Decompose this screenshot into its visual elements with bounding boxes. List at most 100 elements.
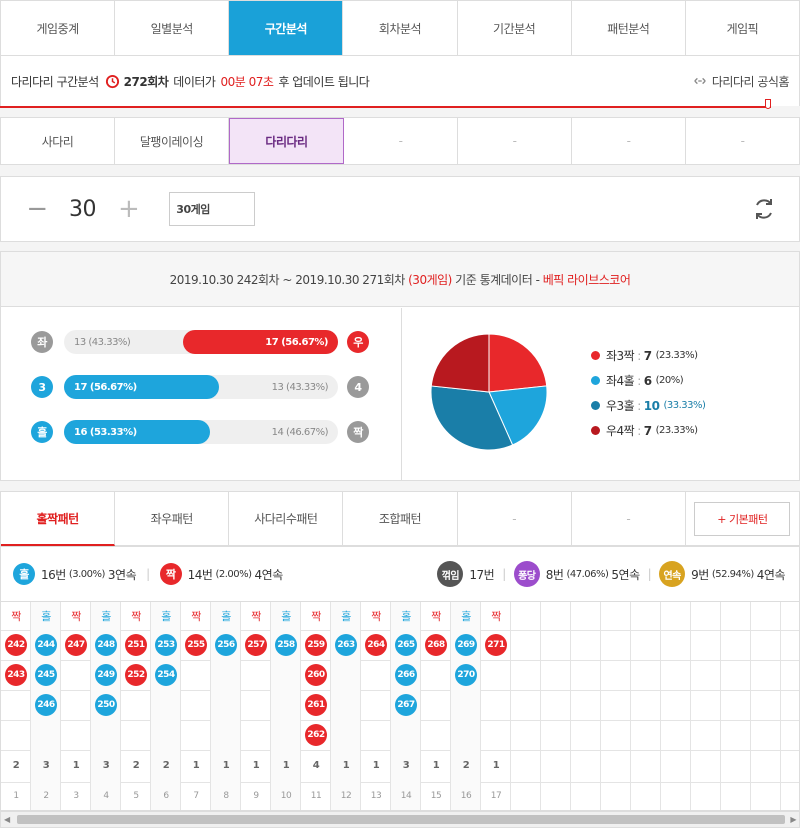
odd-streak: 3연속	[107, 567, 137, 582]
column-index: 5	[133, 791, 139, 801]
ratio-right-icon: 우	[347, 331, 369, 353]
tab-range-analysis[interactable]: 구간분석	[229, 1, 344, 55]
tab-game-broadcast[interactable]: 게임중계	[1, 1, 116, 55]
column-head: 홀	[161, 610, 171, 623]
column-count: 3	[102, 760, 110, 771]
clock-icon	[105, 74, 120, 89]
tab-daily-analysis[interactable]: 일별분석	[115, 1, 230, 55]
round-ball: 263	[335, 634, 357, 656]
round-ball: 264	[365, 634, 387, 656]
round-ball: 242	[5, 634, 27, 656]
horizontal-scrollbar[interactable]: ◀ ▶	[0, 811, 800, 828]
link-icon	[693, 74, 707, 88]
ratio-right-fill: 17 (56.67%)	[182, 330, 338, 354]
current-round: 272회차	[123, 74, 169, 89]
legend-label: 우3홀	[606, 399, 635, 413]
round-ball: 245	[35, 664, 57, 686]
legend-count: 6	[643, 373, 652, 388]
column-index: 16	[460, 791, 472, 801]
round-ball: 260	[305, 664, 327, 686]
column-head: 홀	[221, 610, 231, 623]
tab-game-pick[interactable]: 게임픽	[686, 1, 799, 55]
tab-empty-4: -	[740, 134, 745, 148]
column-count: 1	[222, 760, 230, 771]
round-ball: 248	[95, 634, 117, 656]
round-ball: 243	[5, 664, 27, 686]
column-index: 6	[163, 791, 169, 801]
pie-legend: 좌3짝 : 7 (23.33%) 좌4홀 : 6 (20%) 우3홀 : 10 (33.3…	[591, 343, 706, 443]
bounce-streak: 5연속	[611, 567, 640, 582]
grid-column	[571, 602, 601, 810]
tab-period-analysis[interactable]: 기간분석	[458, 1, 572, 55]
legend-pct: (23.33%)	[655, 425, 698, 436]
bounce-count: 8번	[545, 567, 564, 582]
grid-column	[511, 602, 541, 810]
round-ball: 256	[215, 634, 237, 656]
legend-item: 우3홀 : 10 (33.33%)	[591, 393, 706, 418]
tab-snail-racing[interactable]: 달팽이레이싱	[115, 118, 229, 164]
scroll-left-icon[interactable]: ◀	[4, 815, 10, 824]
odd-icon: 홀	[13, 563, 35, 585]
round-ball: 265	[395, 634, 417, 656]
basic-pattern-button[interactable]: + 기본패턴	[694, 501, 791, 536]
column-head: 짝	[11, 610, 21, 623]
column-index: 12	[340, 791, 352, 801]
round-ball: 258	[275, 634, 297, 656]
progress-marker-icon	[765, 99, 771, 109]
column-index: 8	[223, 791, 229, 801]
round-ball: 247	[65, 634, 87, 656]
tab-ladder[interactable]: 사다리	[1, 118, 115, 164]
column-index: 13	[370, 791, 382, 801]
tab-pattern-analysis[interactable]: 패턴분석	[572, 1, 686, 55]
basic-pattern-cell: + 기본패턴	[685, 492, 799, 546]
tab-round-analysis[interactable]: 회차분석	[343, 1, 458, 55]
tab-daridari[interactable]: 다리다리	[229, 118, 344, 164]
update-mid-text: 데이터가	[173, 74, 216, 89]
official-home-link[interactable]: 다리다리 공식홈	[712, 73, 790, 90]
legend-dot	[591, 376, 600, 385]
even-streak: 4연속	[254, 567, 284, 582]
ratio-track: 14 (46.67%) 16 (53.33%)	[64, 420, 338, 444]
tab-ladder-count-pattern[interactable]: 사다리수패턴	[229, 492, 344, 546]
bend-count: 17번	[469, 567, 495, 582]
column-index: 10	[280, 791, 292, 801]
ratio-right-icon: 4	[347, 376, 369, 398]
even-count: 14번	[187, 567, 213, 582]
column-head: 홀	[401, 610, 411, 623]
ratio-track: 13 (43.33%) 17 (56.67%)	[64, 375, 338, 399]
column-index: 7	[193, 791, 199, 801]
ratio-bars: 좌 13 (43.33%) 17 (56.67%) 우 3 13 (43.33%) 17 (…	[1, 308, 401, 480]
stat-basis: 기준 통계데이터 -	[455, 272, 540, 287]
range-count: 30	[69, 196, 97, 222]
ratio-left-icon: 좌	[31, 331, 53, 353]
games-select[interactable]: 30게임	[169, 192, 256, 226]
scroll-right-icon[interactable]: ▶	[790, 815, 796, 824]
scroll-thumb[interactable]	[17, 815, 785, 824]
column-count: 4	[312, 760, 320, 771]
round-ball: 252	[125, 664, 147, 686]
legend-dot	[591, 351, 600, 360]
column-head: 짝	[131, 610, 141, 623]
update-tail-text: 후 업데이트 됩니다	[278, 74, 370, 89]
games-select-value: 30게임	[176, 203, 210, 216]
column-count: 2	[462, 760, 470, 771]
minus-button[interactable]: −	[25, 194, 49, 224]
ratio-right-text: 13 (43.33%)	[271, 381, 329, 393]
round-ball: 261	[305, 694, 327, 716]
column-head: 짝	[71, 610, 81, 623]
legend-label: 좌3짝	[606, 349, 635, 363]
tab-odd-even-pattern[interactable]: 홀짝패턴	[1, 492, 116, 546]
column-head: 짝	[431, 610, 441, 623]
bounce-icon: 퐁당	[513, 561, 540, 587]
game-tabs: 사다리 달팽이레이싱 다리다리 - - - -	[0, 117, 800, 165]
column-count: 2	[132, 760, 140, 771]
even-pct: (2.00%)	[215, 568, 252, 580]
plus-button[interactable]: +	[118, 194, 140, 224]
round-ball: 249	[95, 664, 117, 686]
tab-left-right-pattern[interactable]: 좌우패턴	[115, 492, 230, 546]
ratio-left-icon: 3	[31, 376, 53, 398]
tab-combo-pattern[interactable]: 조합패턴	[343, 492, 458, 546]
legend-count: 10	[643, 398, 660, 413]
refresh-icon[interactable]	[751, 196, 777, 222]
grid-column	[751, 602, 781, 810]
